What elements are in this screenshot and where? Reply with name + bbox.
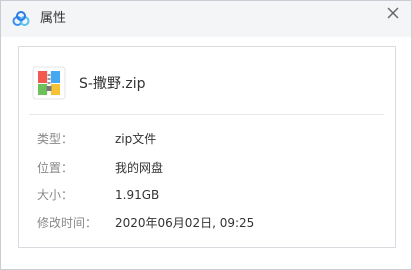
type-value: zip文件 [115,132,157,146]
modified-time-value: 2020年06月02日, 09:25 [115,216,255,230]
size-label: 大小： [37,188,74,202]
divider [29,114,384,115]
zip-archive-icon [32,66,66,100]
dialog-title: 属性 [40,11,67,26]
modified-time-label: 修改时间： [37,216,98,230]
location-label: 位置： [37,161,74,175]
close-icon [384,7,402,26]
type-label: 类型： [37,132,74,146]
properties-panel: S-撒野.zip 类型： zip文件 位置： 我的网盘 大小： 1.91GB 修… [18,46,396,248]
size-value: 1.91GB [115,188,160,202]
properties-dialog: 属性 S-撒野.zip 类型： zip文件 位置： 我的网盘 大小： 1.91G… [0,0,412,270]
cloud-icon [12,11,30,27]
title-bar[interactable]: 属性 [1,1,411,37]
file-name: S-撒野.zip [79,76,146,92]
close-button[interactable] [384,4,402,22]
location-value: 我的网盘 [115,161,164,175]
